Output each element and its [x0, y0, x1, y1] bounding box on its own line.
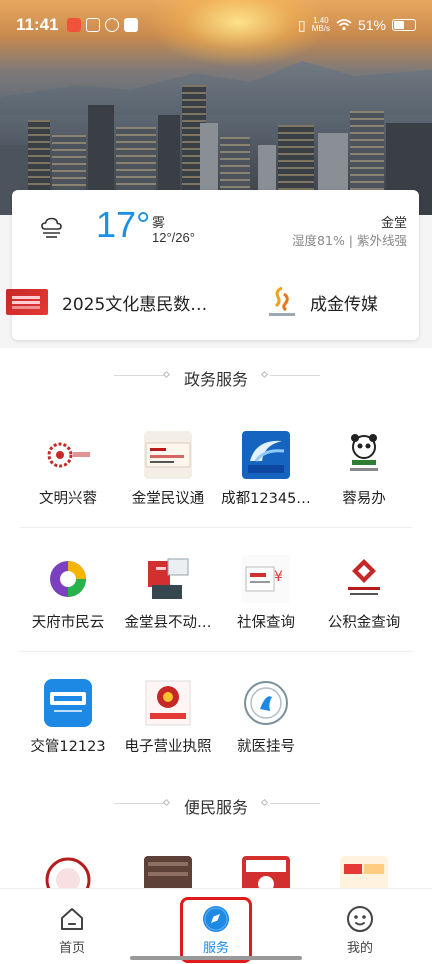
social-security-icon: ¥ [242, 555, 290, 603]
notification-app-icon [123, 18, 138, 32]
service-tile[interactable] [114, 856, 222, 888]
service-tile-housing-fund[interactable]: 公积金查询 [310, 555, 418, 645]
news-thumbnail[interactable] [6, 289, 48, 315]
news-row: 2025文化惠民数… 成金传媒 [6, 285, 419, 319]
housing-fund-icon [340, 555, 388, 603]
university-emblem-icon [44, 856, 92, 888]
weather-condition: 雾 [152, 216, 166, 231]
selection-highlight [180, 897, 252, 963]
service-label: 金堂民议通 [131, 491, 205, 507]
service-tile[interactable] [310, 856, 418, 888]
service-tile-panda-service[interactable]: 蓉易办 [310, 431, 418, 521]
service-label: 文明兴蓉 [39, 491, 97, 507]
nav-label: 首页 [58, 941, 85, 956]
network-speed: 1.40 MB/s [311, 16, 330, 33]
wifi-icon [336, 19, 352, 31]
bank-promo-icon [340, 856, 388, 888]
battery-icon [392, 19, 416, 31]
service-label: 就医挂号 [237, 739, 295, 755]
business-license-icon [144, 679, 192, 727]
weather-card[interactable]: 17° 雾 12°/26° 金堂 湿度81% | 紫外线强 2025文化惠民数…… [6, 190, 419, 340]
city-banner: 11:41 ▯ 1.40 MB/s 51% [0, 0, 432, 215]
location-name: 金堂 [380, 216, 407, 231]
nav-label: 我的 [346, 941, 373, 956]
service-label: 电子营业执照 [124, 739, 212, 755]
temperature-range: 12°/26° [152, 230, 195, 245]
service-label: 公积金查询 [327, 615, 401, 631]
notification-app-icon [104, 18, 119, 32]
battery-percent: 51% [357, 17, 386, 33]
library-icon [144, 856, 192, 888]
notification-app-icon [85, 18, 100, 32]
home-icon [61, 908, 83, 930]
citizen-forum-icon [144, 431, 192, 479]
status-time: 11:41 [16, 15, 59, 34]
home-indicator[interactable] [130, 956, 302, 960]
nav-profile[interactable]: 我的 [315, 889, 405, 959]
service-tile-business-license[interactable]: 电子营业执照 [114, 679, 222, 769]
service-tile-citizen-forum[interactable]: 金堂民议通 [114, 431, 222, 521]
profile-icon [347, 906, 373, 932]
status-bar: 11:41 ▯ 1.40 MB/s 51% [0, 0, 432, 50]
svg-text:¥: ¥ [274, 569, 283, 585]
service-tile-civilization[interactable]: 文明兴蓉 [14, 431, 122, 521]
media-name[interactable]: 成金传媒 [310, 290, 378, 315]
service-label: 成都12345… [221, 491, 311, 507]
service-tile-hotline-12345[interactable]: 成都12345… [212, 431, 320, 521]
cloud-fog-icon [41, 217, 62, 238]
temperature: 17° [96, 204, 151, 245]
media-logo-icon[interactable] [266, 285, 298, 319]
section-title-gov: 政务服务 [183, 370, 248, 389]
service-label: 天府市民云 [31, 615, 105, 631]
service-tile-social-security[interactable]: ¥ 社保查询 [212, 555, 320, 645]
nav-home[interactable]: 首页 [27, 889, 117, 959]
civilization-icon [44, 431, 92, 479]
service-tile[interactable] [212, 856, 320, 888]
service-tile[interactable] [14, 856, 122, 888]
service-tile-citizen-cloud[interactable]: 天府市民云 [14, 555, 122, 645]
panda-service-icon [340, 431, 388, 479]
vibrate-icon: ▯ [298, 16, 306, 33]
traffic-12123-icon [44, 679, 92, 727]
hotline-12345-icon [242, 431, 290, 479]
panda-promo-icon [242, 856, 290, 888]
notification-app-icon [66, 18, 81, 32]
service-tile-traffic-12123[interactable]: 交管12123 [14, 679, 122, 769]
service-tile-property-registration[interactable]: 金堂县不动… [114, 555, 222, 645]
service-label: 金堂县不动… [124, 615, 212, 631]
service-label: 蓉易办 [342, 491, 386, 507]
news-headline[interactable]: 2025文化惠民数… [62, 290, 207, 315]
humidity-uv: 湿度81% | 紫外线强 [292, 233, 407, 248]
service-tile-hospital-registration[interactable]: 就医挂号 [212, 679, 320, 769]
service-label: 交管12123 [30, 739, 106, 755]
citizen-cloud-icon [44, 555, 92, 603]
property-registration-icon [144, 555, 192, 603]
hospital-registration-icon [242, 679, 290, 727]
section-title-people: 便民服务 [183, 798, 248, 817]
service-label: 社保查询 [237, 615, 295, 631]
